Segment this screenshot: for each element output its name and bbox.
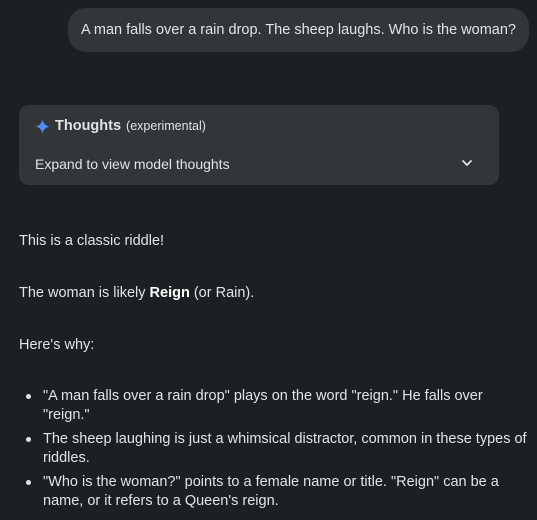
sparkle-icon [35, 118, 50, 134]
thoughts-panel: Thoughts (experimental) Expand to view m… [19, 105, 499, 185]
thoughts-title: Thoughts [55, 118, 122, 134]
expand-thoughts-button[interactable]: Expand to view model thoughts [19, 149, 499, 177]
expand-thoughts-label: Expand to view model thoughts [35, 156, 230, 172]
answer-suffix: (or Rain). [189, 285, 255, 301]
list-item: "Who is the woman?" points to a female n… [19, 473, 529, 511]
user-message-text: A man falls over a rain drop. The sheep … [81, 22, 516, 38]
list-item: The sheep laughing is just a whimsical d… [19, 430, 529, 468]
user-message-bubble: A man falls over a rain drop. The sheep … [68, 8, 529, 52]
list-item: "A man falls over a rain drop" plays on … [19, 387, 529, 425]
response-why-heading: Here's why: [19, 337, 95, 353]
thoughts-experimental-tag: (experimental) [126, 119, 206, 133]
response-intro: This is a classic riddle! [19, 233, 165, 249]
thoughts-header: Thoughts (experimental) [35, 118, 206, 134]
response-bullet-list: "A man falls over a rain drop" plays on … [19, 387, 529, 516]
chevron-down-icon[interactable] [461, 158, 473, 168]
response-answer: The woman is likely Reign (or Rain). [19, 285, 254, 301]
answer-bold: Reign [149, 285, 190, 301]
answer-prefix: The woman is likely [19, 285, 150, 301]
